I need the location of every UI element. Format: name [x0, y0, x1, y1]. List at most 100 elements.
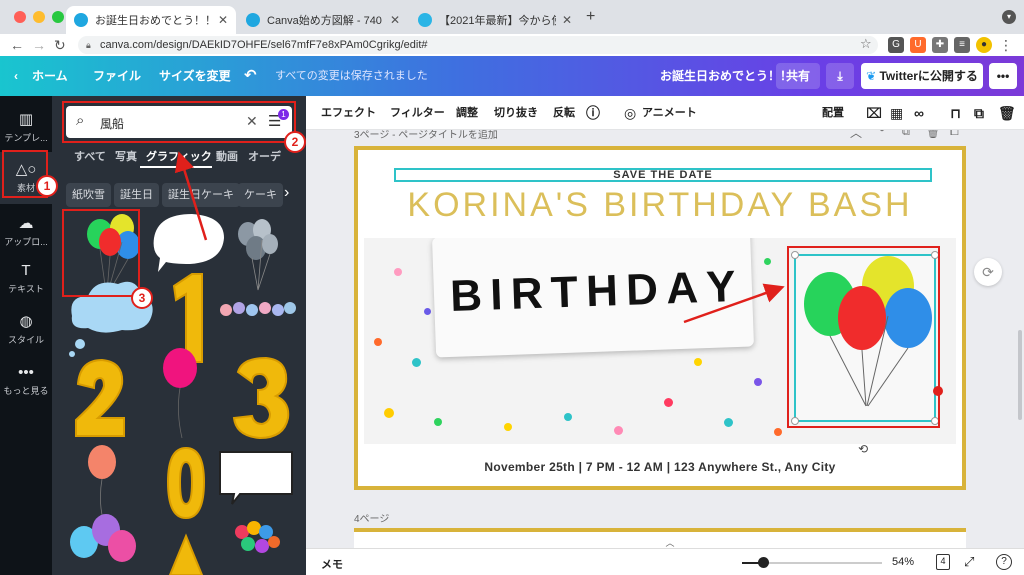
info-icon[interactable]: ⓘ — [586, 96, 600, 130]
tab-title: Canva始め方図解 - 740 × 400px — [267, 15, 384, 27]
notes-button[interactable]: メモ — [321, 556, 343, 572]
grey-balloons-graphic[interactable] — [238, 219, 278, 291]
gold-number-2-graphic[interactable] — [75, 358, 125, 437]
birthday-lightbox-sign: B I R T H D A Y — [432, 238, 754, 358]
rectangle-bubble-graphic[interactable] — [219, 451, 293, 505]
suggestion-chip[interactable]: 紙吹雪 — [66, 183, 111, 207]
zoom-slider-thumb[interactable] — [757, 557, 769, 568]
link-icon[interactable]: ∞ — [914, 96, 924, 130]
url-text: canva.com/design/DAEkID7OHFE/sel67mfF7e8… — [100, 39, 428, 51]
home-button[interactable]: ホーム — [32, 56, 68, 96]
home-chevron-icon[interactable]: ‹ — [14, 56, 18, 96]
browser-tab[interactable]: 【2021年最新】今から使えるCanv ✕ — [410, 6, 580, 34]
chevron-right-icon[interactable]: › — [284, 184, 289, 202]
reload-icon[interactable]: ↻ — [54, 34, 66, 56]
page-4-label[interactable]: 4ページ — [354, 510, 389, 525]
style-icon: ◍ — [19, 313, 33, 330]
extensions-puzzle-icon[interactable]: ✚ — [932, 37, 948, 53]
browser-tab[interactable]: Canva始め方図解 - 740 × 400px ✕ — [238, 6, 408, 34]
browser-menu-icon[interactable]: ⋮ — [998, 37, 1014, 53]
back-arrow-icon[interactable]: ← — [10, 34, 24, 56]
tab-all[interactable]: すべて — [74, 148, 106, 164]
rail-item-more[interactable]: ••• もっと見る — [0, 364, 52, 397]
refresh-suggestions-icon[interactable]: ⟳ — [974, 258, 1002, 286]
publish-twitter-button[interactable]: ❦ Twitterに公開する — [861, 63, 983, 89]
duplicate-page-icon[interactable]: ⧉ — [902, 130, 910, 139]
add-page-icon[interactable]: ⧠ — [950, 130, 959, 139]
extension-icon[interactable]: U — [910, 37, 926, 53]
show-pages-chevron-icon[interactable]: ︿ — [660, 536, 680, 548]
browser-tab-active[interactable]: お誕生日おめでとう！！ - New Twi ✕ — [66, 6, 236, 34]
effects-button[interactable]: エフェクト — [321, 96, 376, 130]
gold-letter-a-graphic[interactable] — [168, 533, 204, 575]
headline-text[interactable]: KORINA'S BIRTHDAY BASH — [358, 186, 962, 225]
event-details-text[interactable]: November 25th | 7 PM - 12 AM | 123 Anywh… — [358, 460, 962, 474]
coral-balloon-graphic[interactable] — [88, 445, 116, 525]
party-balloons-graphic[interactable] — [235, 521, 280, 553]
window-close-button[interactable] — [14, 11, 26, 23]
window-minimize-button[interactable] — [33, 11, 45, 23]
delete-page-icon[interactable]: 🗑︎ — [926, 130, 940, 139]
pastel-balloons-graphic[interactable] — [70, 514, 136, 562]
crop-button[interactable]: 切り抜き — [494, 96, 538, 130]
transparency-icon[interactable]: ▦ — [890, 96, 903, 130]
paint-roller-icon[interactable]: ⌧ — [866, 96, 882, 130]
close-icon[interactable]: ✕ — [218, 13, 228, 27]
balloon-row-graphic[interactable] — [220, 302, 296, 316]
download-icon[interactable]: ⤓ — [826, 63, 854, 89]
gold-number-0-graphic[interactable] — [166, 446, 206, 520]
resize-button[interactable]: サイズを変更 — [159, 56, 231, 96]
forward-arrow-icon[interactable]: → — [32, 34, 46, 56]
chevron-down-icon[interactable]: ﹀ — [876, 130, 888, 141]
position-button[interactable]: 配置 — [822, 96, 844, 130]
fullscreen-icon[interactable]: ⤢ — [964, 554, 974, 570]
tab-videos[interactable]: 動画 — [216, 148, 238, 164]
suggestion-chip[interactable]: 誕生日 — [114, 183, 159, 207]
rail-item-templates[interactable]: ▥ テンプレ... — [0, 110, 52, 144]
tab-search-icon[interactable]: ▾ — [1002, 10, 1016, 24]
flip-button[interactable]: 反転 — [553, 96, 575, 130]
save-the-date-text[interactable]: SAVE THE DATE — [394, 168, 932, 182]
help-icon[interactable]: ? — [996, 554, 1012, 570]
suggestion-chip[interactable]: 誕生日ケーキ — [162, 183, 240, 207]
bookmark-star-icon[interactable]: ☆ — [860, 36, 872, 52]
design-title[interactable]: お誕生日おめでとう！！ — [660, 56, 792, 96]
tab-graphics[interactable]: グラフィック — [146, 148, 212, 164]
rail-item-uploads[interactable]: ☁ アップロ... — [0, 214, 52, 248]
sign-letter: A — [665, 263, 699, 314]
sign-letter: R — [509, 268, 544, 319]
rail-item-text[interactable]: T テキスト — [0, 262, 52, 295]
vertical-scrollbar[interactable] — [1018, 330, 1022, 420]
window-zoom-button[interactable] — [52, 11, 64, 23]
tab-audio[interactable]: オーデ — [248, 148, 281, 164]
more-options-icon[interactable]: ••• — [989, 63, 1017, 89]
suggestion-chip[interactable]: ケーキ — [238, 183, 283, 207]
extension-icon[interactable]: G — [888, 37, 904, 53]
lock-icon[interactable]: ⊓ — [950, 96, 961, 130]
gold-number-3-graphic[interactable] — [232, 356, 290, 440]
rotate-handle-icon[interactable]: ⟲ — [858, 442, 868, 456]
close-icon[interactable]: ✕ — [390, 13, 400, 27]
profile-avatar[interactable]: ● — [976, 37, 992, 53]
close-icon[interactable]: ✕ — [562, 13, 572, 27]
url-field[interactable]: 🔒︎ canva.com/design/DAEkID7OHFE/sel67mfF… — [78, 36, 878, 54]
chevron-up-icon[interactable]: ︿ — [850, 130, 862, 141]
pink-balloon-graphic[interactable] — [163, 348, 197, 439]
file-menu-button[interactable]: ファイル — [93, 56, 141, 96]
filter-button[interactable]: フィルター — [390, 96, 445, 130]
undo-icon[interactable]: ↶ — [244, 56, 257, 96]
tab-photos[interactable]: 写真 — [115, 148, 137, 164]
page-title[interactable]: 3ページ - ページタイトルを追加 — [354, 130, 498, 141]
duplicate-icon[interactable]: ⧉ — [974, 96, 984, 130]
animate-button[interactable]: アニメート — [642, 96, 697, 130]
rail-item-styles[interactable]: ◍ スタイル — [0, 312, 52, 346]
page-count-badge[interactable]: 4 — [936, 554, 950, 570]
elements-panel: ⌕ 風船 ✕ ☰ 1 すべて 写真 グラフィック 動画 オーデ 紙吹雪 誕生日 … — [52, 96, 306, 575]
share-button[interactable]: 共有 — [776, 63, 820, 89]
trash-icon[interactable]: 🗑︎ — [998, 96, 1016, 130]
adjust-button[interactable]: 調整 — [456, 96, 478, 130]
new-tab-button[interactable]: + — [586, 8, 595, 26]
speech-bubble-graphic[interactable] — [153, 214, 224, 272]
media-queue-icon[interactable]: ≡ — [954, 37, 970, 53]
zoom-level[interactable]: 54% — [892, 556, 914, 568]
